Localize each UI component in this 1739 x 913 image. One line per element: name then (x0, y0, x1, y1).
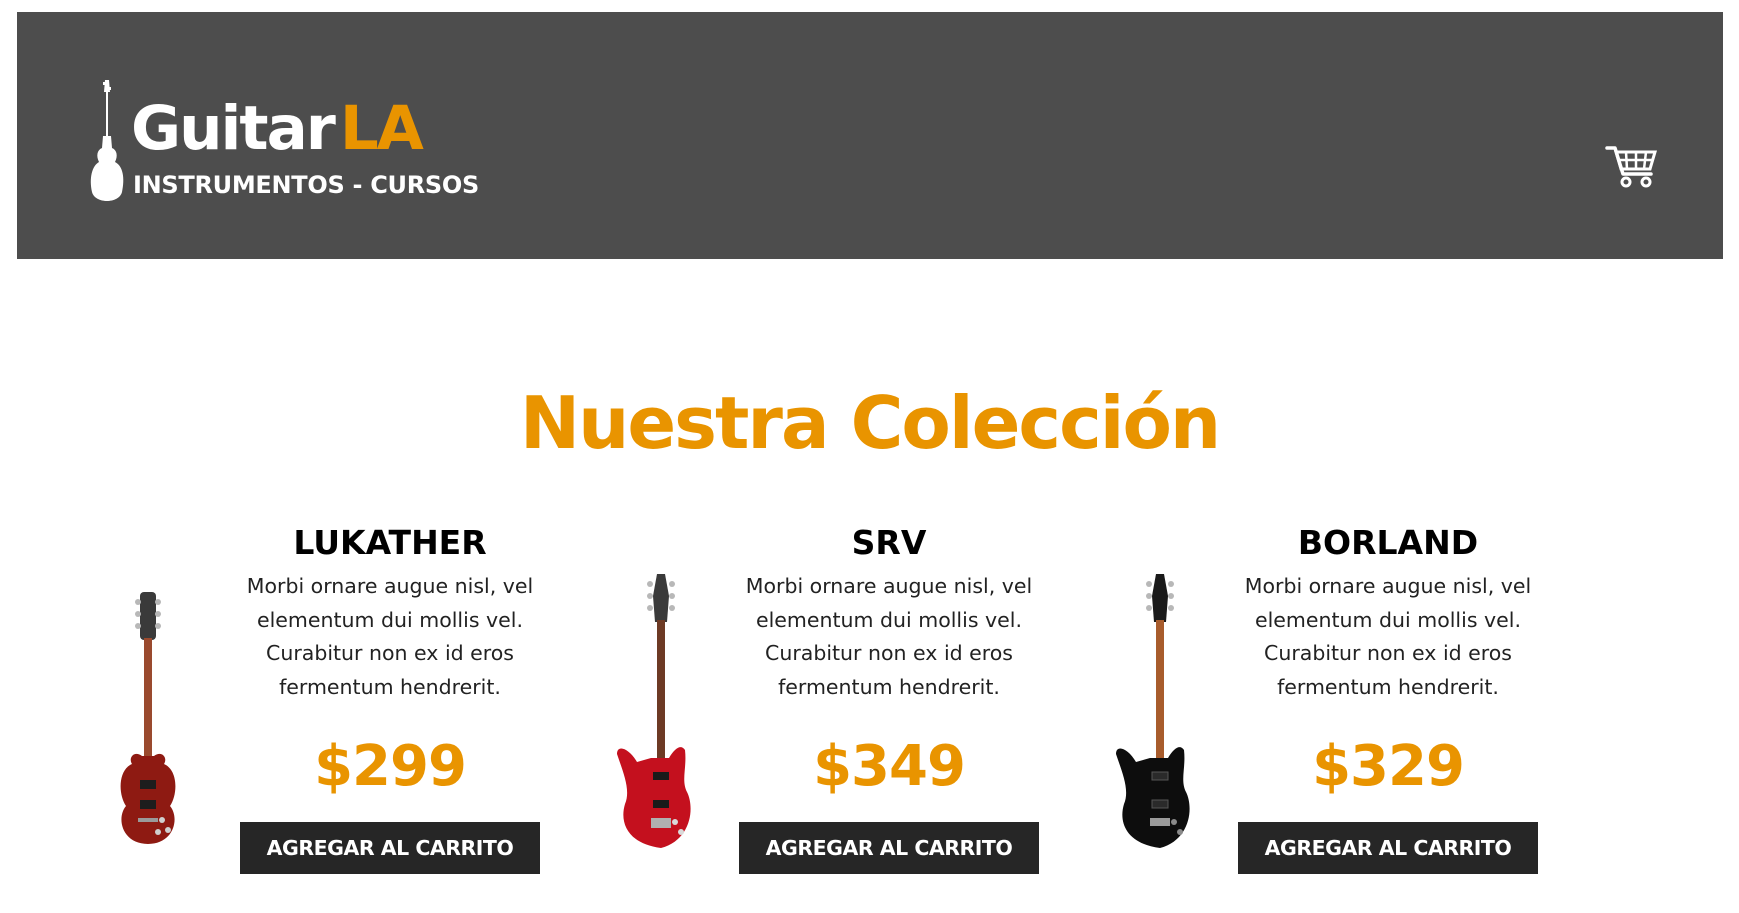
red-superstrat-guitar-image (617, 574, 691, 848)
product-description: Morbi ornare augue nisl, vel elementum d… (1244, 574, 1532, 699)
product-card: LUKATHER Morbi ornare augue nisl, vel el… (102, 518, 602, 898)
logo-word-la: LA (339, 93, 424, 164)
add-to-cart-button[interactable]: AGREGAR AL CARRITO (739, 822, 1039, 875)
product-card: SRV Morbi ornare augue nisl, vel element… (601, 518, 1101, 898)
product-info: SRV Morbi ornare augue nisl, vel element… (739, 518, 1039, 875)
page-title: Nuestra Colección (519, 381, 1221, 466)
page: GuitarLA INSTRUMENTOS - CURSOS Nuestra C… (0, 0, 1739, 913)
product-name: LUKATHER (293, 523, 487, 562)
cart-button[interactable] (1605, 142, 1659, 190)
product-description: Morbi ornare augue nisl, vel elementum d… (246, 574, 534, 699)
cherry-les-paul-guitar-image (120, 592, 176, 844)
product-name: SRV (851, 523, 927, 562)
site-header: GuitarLA INSTRUMENTOS - CURSOS (17, 12, 1723, 259)
logo-word-guitar: Guitar (131, 93, 336, 164)
product-price: $299 (314, 734, 467, 800)
logo-wordmark: GuitarLA (131, 93, 424, 164)
add-to-cart-button[interactable]: AGREGAR AL CARRITO (1238, 822, 1538, 875)
shopping-cart-icon (1605, 146, 1658, 188)
product-price: $349 (813, 734, 966, 800)
product-card: BORLAND Morbi ornare augue nisl, vel ele… (1100, 518, 1600, 898)
product-description: Morbi ornare augue nisl, vel elementum d… (745, 574, 1033, 699)
add-to-cart-button[interactable]: AGREGAR AL CARRITO (240, 822, 540, 875)
product-price: $329 (1312, 734, 1465, 800)
product-info: BORLAND Morbi ornare augue nisl, vel ele… (1238, 518, 1538, 875)
product-info: LUKATHER Morbi ornare augue nisl, vel el… (240, 518, 540, 875)
guitar-logo-icon (90, 80, 124, 201)
site-logo[interactable]: GuitarLA INSTRUMENTOS - CURSOS (87, 78, 487, 208)
black-superstrat-guitar-image (1116, 574, 1190, 848)
product-name: BORLAND (1297, 523, 1479, 562)
logo-tagline: INSTRUMENTOS - CURSOS (133, 171, 479, 199)
